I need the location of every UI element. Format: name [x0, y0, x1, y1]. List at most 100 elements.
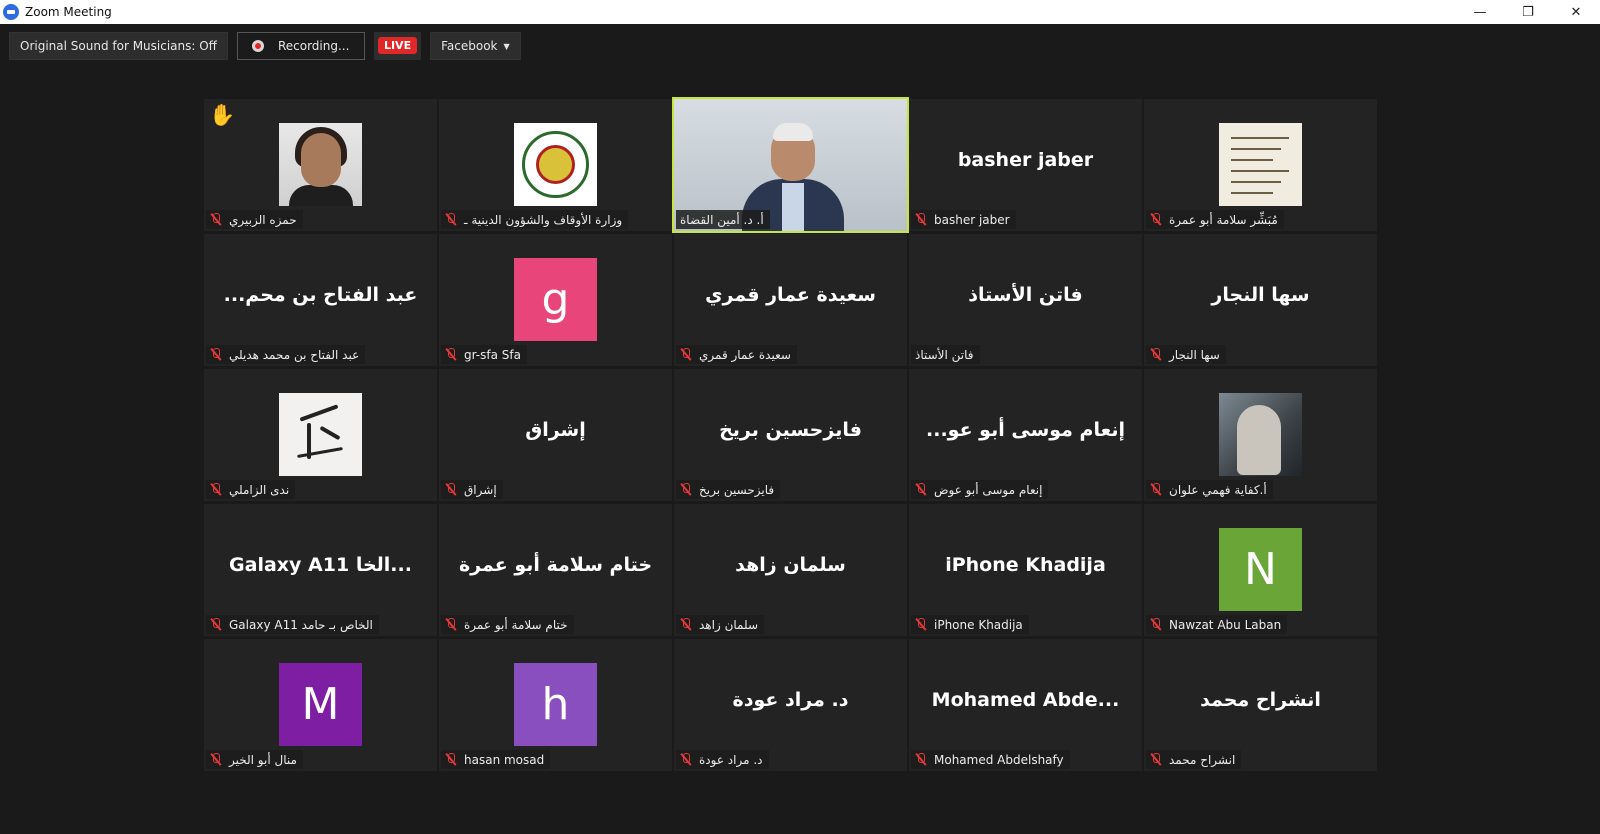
- participant-name: Galaxy A11 الخاص بـ حامد: [229, 617, 373, 632]
- gallery-grid: ✋ حمزه الزبيري وزارة الأوقاف والشؤون الدين…: [204, 97, 1399, 783]
- profile-picture: [1219, 123, 1302, 206]
- participant-tile[interactable]: ندى الزاملي: [204, 369, 437, 501]
- participant-name-label: ندى الزاملي: [206, 480, 296, 499]
- avatar: N: [1219, 528, 1302, 611]
- mic-muted-icon: [915, 483, 927, 496]
- mic-muted-icon: [1150, 483, 1162, 496]
- participant-tile[interactable]: ✋ حمزه الزبيري: [204, 99, 437, 231]
- participant-name: ختام سلامة أبو عمرة: [464, 617, 568, 632]
- participant-tile[interactable]: ...عبد الفتاح بن محم عبد الفتاح بن محمد ه…: [204, 234, 437, 366]
- restore-button[interactable]: ❐: [1504, 0, 1552, 24]
- participant-tile[interactable]: أ.كفاية فهمي علوان: [1144, 369, 1377, 501]
- participant-name: انشراح محمد: [1169, 752, 1236, 767]
- participant-name-label: فايزحسين بريخ: [676, 480, 781, 499]
- participant-name-label: ختام سلامة أبو عمرة: [441, 615, 574, 634]
- mic-muted-icon: [1150, 213, 1162, 226]
- participant-tile[interactable]: iPhone Khadija iPhone Khadija: [909, 504, 1142, 636]
- participant-tile[interactable]: أ. د. أمين القضاة: [672, 97, 909, 233]
- participant-name: أ.كفاية فهمي علوان: [1169, 482, 1267, 497]
- stream-target-dropdown[interactable]: Facebook ▼: [430, 32, 521, 60]
- participant-tile[interactable]: Galaxy A11 الخا... Galaxy A11 الخاص بـ حا…: [204, 504, 437, 636]
- mic-muted-icon: [1150, 348, 1162, 361]
- participant-tile[interactable]: M منال أبو الخير: [204, 639, 437, 771]
- participant-name: iPhone Khadija: [934, 617, 1023, 632]
- participant-display-name: Mohamed Abde...: [931, 689, 1120, 711]
- participant-name: سعيدة عمار قمري: [699, 347, 791, 362]
- participant-name-label: وزارة الأوقاف والشؤون الدينية ـ: [441, 210, 629, 229]
- participant-name-label: أ.كفاية فهمي علوان: [1146, 480, 1273, 499]
- participant-name: سها النجار: [1169, 347, 1220, 362]
- participant-tile[interactable]: فاتن الأستاذ فاتن الأستاذ: [909, 234, 1142, 366]
- participant-name: أ. د. أمين القضاة: [680, 212, 764, 227]
- live-badge[interactable]: LIVE: [377, 37, 418, 54]
- participant-name-label: حمزه الزبيري: [206, 210, 303, 229]
- participant-tile[interactable]: وزارة الأوقاف والشؤون الدينية ـ: [439, 99, 672, 231]
- participant-name-label: gr-sfa Sfa: [441, 345, 527, 364]
- participant-name: حمزه الزبيري: [229, 212, 297, 227]
- participant-name-label: سلمان زاهد: [676, 615, 765, 634]
- participant-tile[interactable]: Mohamed Abde... Mohamed Abdelshafy: [909, 639, 1142, 771]
- participant-tile[interactable]: سعيدة عمار قمري سعيدة عمار قمري: [674, 234, 907, 366]
- window-title: Zoom Meeting: [25, 5, 112, 19]
- profile-picture: [1219, 393, 1302, 476]
- participant-name: إنعام موسى أبو عوض: [934, 482, 1043, 497]
- avatar: M: [279, 663, 362, 746]
- mic-muted-icon: [210, 753, 222, 766]
- participant-name-label: إشراق: [441, 480, 503, 499]
- participant-name-label: أ. د. أمين القضاة: [676, 210, 770, 229]
- participant-name: Nawzat Abu Laban: [1169, 617, 1282, 632]
- participant-display-name: basher jaber: [957, 149, 1094, 171]
- profile-picture: [279, 393, 362, 476]
- participant-tile[interactable]: فايزحسين بريخ فايزحسين بريخ: [674, 369, 907, 501]
- close-button[interactable]: ✕: [1552, 0, 1600, 24]
- participant-tile[interactable]: basher jaber basher jaber: [909, 99, 1142, 231]
- record-icon: [251, 40, 264, 52]
- original-sound-button[interactable]: Original Sound for Musicians: Off: [9, 32, 228, 60]
- mic-muted-icon: [445, 483, 457, 496]
- mic-muted-icon: [915, 213, 927, 226]
- minimize-button[interactable]: —: [1456, 0, 1504, 24]
- participant-name: منال أبو الخير: [229, 752, 297, 767]
- participant-name-label: عبد الفتاح بن محمد هديلي: [206, 345, 366, 364]
- participant-display-name: انشراح محمد: [1200, 689, 1321, 711]
- participant-display-name: ختام سلامة أبو عمرة: [458, 554, 653, 576]
- avatar: h: [514, 663, 597, 746]
- participant-name: إشراق: [464, 482, 497, 497]
- mic-muted-icon: [445, 348, 457, 361]
- participant-tile[interactable]: ...إنعام موسى أبو عو إنعام موسى أبو عوض: [909, 369, 1142, 501]
- participant-display-name: فايزحسين بريخ: [719, 419, 862, 441]
- mic-muted-icon: [210, 213, 222, 226]
- participant-tile[interactable]: N Nawzat Abu Laban: [1144, 504, 1377, 636]
- participant-tile[interactable]: h hasan mosad: [439, 639, 672, 771]
- participant-display-name: ...إنعام موسى أبو عو: [926, 419, 1125, 441]
- participant-tile[interactable]: إشراق إشراق: [439, 369, 672, 501]
- participant-name-label: فاتن الأستاذ: [911, 345, 980, 364]
- participant-display-name: Galaxy A11 الخا...: [229, 554, 412, 576]
- participant-tile[interactable]: مُبَشِّر سلامة أبو عمرة: [1144, 99, 1377, 231]
- participant-name-label: basher jaber: [911, 210, 1016, 229]
- recording-indicator[interactable]: Recording...: [236, 32, 365, 60]
- participant-name: basher jaber: [934, 212, 1010, 227]
- mic-muted-icon: [445, 213, 457, 226]
- participant-name-label: منال أبو الخير: [206, 750, 303, 769]
- participant-name-label: Nawzat Abu Laban: [1146, 615, 1288, 634]
- participant-tile[interactable]: د. مراد عودة د. مراد عودة: [674, 639, 907, 771]
- profile-picture: [279, 123, 362, 206]
- participant-display-name: ...عبد الفتاح بن محم: [223, 284, 418, 306]
- participant-name: فايزحسين بريخ: [699, 482, 775, 497]
- participant-tile[interactable]: سلمان زاهد سلمان زاهد: [674, 504, 907, 636]
- mic-muted-icon: [1150, 618, 1162, 631]
- participant-tile[interactable]: ختام سلامة أبو عمرة ختام سلامة أبو عمرة: [439, 504, 672, 636]
- live-indicator-wrap: LIVE: [373, 32, 422, 60]
- participant-name-label: مُبَشِّر سلامة أبو عمرة: [1146, 210, 1284, 229]
- participant-tile[interactable]: سها النجار سها النجار: [1144, 234, 1377, 366]
- participant-display-name: فاتن الأستاذ: [968, 284, 1083, 306]
- mic-muted-icon: [680, 753, 692, 766]
- avatar: g: [514, 258, 597, 341]
- profile-picture: [514, 123, 597, 206]
- mic-muted-icon: [210, 483, 222, 496]
- participant-tile[interactable]: انشراح محمد انشراح محمد: [1144, 639, 1377, 771]
- window-controls: — ❐ ✕: [1456, 0, 1600, 24]
- participant-tile[interactable]: g gr-sfa Sfa: [439, 234, 672, 366]
- participant-display-name: د. مراد عودة: [732, 689, 849, 711]
